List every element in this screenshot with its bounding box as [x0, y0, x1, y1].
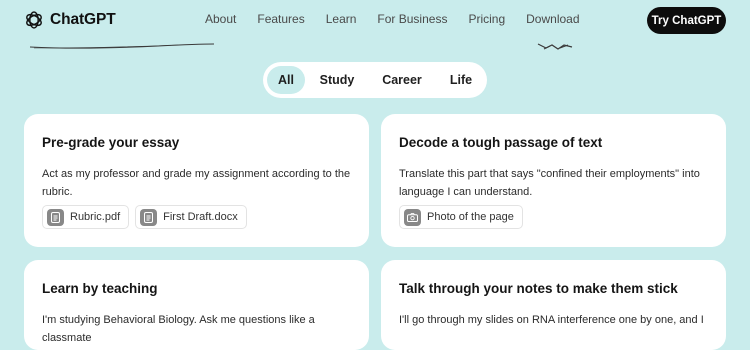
attachment-label: Rubric.pdf — [70, 211, 121, 223]
prompt-card[interactable]: Pre-grade your essay Act as my professor… — [24, 114, 369, 247]
card-title: Talk through your notes to make them sti… — [399, 281, 678, 296]
card-description: I'll go through my slides on RNA interfe… — [399, 314, 704, 326]
attachment-chip[interactable]: First Draft.docx — [135, 205, 247, 229]
prompt-card[interactable]: Talk through your notes to make them sti… — [381, 260, 726, 350]
prompt-card[interactable]: Decode a tough passage of text Translate… — [381, 114, 726, 247]
attachment-chip[interactable]: Rubric.pdf — [42, 205, 130, 229]
brand-name: ChatGPT — [50, 11, 116, 28]
nav-links: About Features Learn For Business Pricin… — [205, 12, 580, 26]
filter-life[interactable]: Life — [442, 66, 480, 94]
attachment-label: First Draft.docx — [163, 211, 238, 223]
attachments: Photo of the page — [399, 205, 523, 229]
glasses-doodle-decoration — [537, 43, 573, 50]
prompt-card[interactable]: Learn by teaching I'm studying Behaviora… — [24, 260, 369, 350]
attachment-chip[interactable]: Photo of the page — [399, 205, 523, 229]
category-filter: All Study Career Life — [263, 62, 487, 98]
filter-all[interactable]: All — [267, 66, 305, 94]
scribble-line-decoration — [29, 43, 215, 49]
nav-link-features[interactable]: Features — [257, 12, 304, 26]
document-icon — [140, 208, 158, 226]
nav-link-download[interactable]: Download — [526, 12, 579, 26]
filter-career[interactable]: Career — [376, 66, 428, 94]
nav-link-for-business[interactable]: For Business — [377, 12, 447, 26]
nav-link-learn[interactable]: Learn — [326, 12, 357, 26]
card-title: Pre-grade your essay — [42, 135, 180, 150]
document-icon — [47, 208, 64, 226]
card-title: Learn by teaching — [42, 281, 158, 296]
try-chatgpt-button[interactable]: Try ChatGPT — [647, 7, 726, 34]
camera-icon — [404, 208, 421, 226]
top-nav: ChatGPT About Features Learn For Busines… — [0, 0, 750, 40]
card-description: I'm studying Behavioral Biology. Ask me … — [42, 314, 315, 344]
card-description: Act as my professor and grade my assignm… — [42, 168, 351, 198]
brand-logo[interactable]: ChatGPT — [24, 9, 116, 31]
card-title: Decode a tough passage of text — [399, 135, 603, 150]
nav-link-pricing[interactable]: Pricing — [468, 12, 505, 26]
filter-study[interactable]: Study — [314, 66, 360, 94]
card-description: Translate this part that says "confined … — [399, 168, 700, 198]
nav-link-about[interactable]: About — [205, 12, 236, 26]
openai-logo-icon — [26, 11, 42, 29]
attachment-label: Photo of the page — [427, 211, 514, 223]
attachments: Rubric.pdf First Draft.docx — [42, 205, 247, 229]
